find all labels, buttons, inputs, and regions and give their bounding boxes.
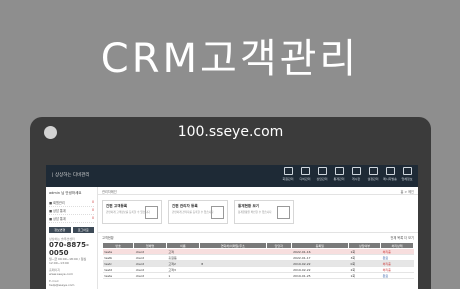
nav-item[interactable]: 회원관리 bbox=[281, 167, 295, 181]
sidebar-menu-item[interactable]: ■ 상담 통계 0 bbox=[49, 207, 94, 215]
table-cell bbox=[266, 272, 292, 279]
table-cell bbox=[199, 272, 267, 279]
support-hours: 월~금 09:00~18:00 / 점심 12:00~13:00 bbox=[49, 257, 87, 265]
count-badge: 0 bbox=[91, 200, 94, 204]
sidebar-menu: ■ 회원관리 0 ■ 상담 통계 0 ■ 상담 통계 0 bbox=[49, 199, 94, 223]
sidebar: admin 님 안녕하세요 ■ 회원관리 0 ■ 상담 통계 0 ■ 상담 통계 0 정보… bbox=[46, 187, 98, 289]
browser-url[interactable]: 100.sseye.com bbox=[30, 124, 431, 140]
app-screen: | 상상하는 디비관리 회원관리 디비관리 상담관리 통계관리 게시판 설정관리 메시지발송… bbox=[46, 165, 418, 289]
gear-icon bbox=[368, 167, 378, 175]
table-cell: client bbox=[133, 272, 167, 279]
pen-icon bbox=[300, 167, 310, 175]
nav-label: 게시판 bbox=[351, 177, 361, 181]
gear-icon bbox=[211, 206, 224, 219]
sidebar-menu-label: ■ 회원관리 bbox=[49, 201, 65, 205]
app-topbar: | 상상하는 디비관리 회원관리 디비관리 상담관리 통계관리 게시판 설정관리 메시지발송… bbox=[46, 165, 418, 187]
table-cell: 2019-01-25 bbox=[291, 272, 349, 279]
board-icon bbox=[351, 167, 361, 175]
sidebar-menu-item[interactable]: ■ 상담 통계 0 bbox=[49, 215, 94, 223]
table-title: 고객현황 bbox=[102, 236, 114, 240]
quick-card[interactable]: 통계현황 보기 통계현황을 확인할 수 있습니다 bbox=[234, 200, 294, 224]
sidebar-user: admin 님 안녕하세요 bbox=[49, 191, 82, 195]
chart-icon bbox=[334, 167, 344, 175]
edit-info-button[interactable]: 정보변경 bbox=[49, 227, 71, 233]
sidebar-menu-item[interactable]: ■ 회원관리 0 bbox=[49, 199, 94, 207]
person-card-icon bbox=[277, 206, 290, 219]
nav-item[interactable]: 메시지발송 bbox=[383, 167, 397, 181]
nav-label: 설정관리 bbox=[367, 177, 379, 181]
message-icon bbox=[385, 167, 395, 175]
signature-icon bbox=[145, 206, 158, 219]
count-badge: 0 bbox=[91, 216, 94, 220]
table-row[interactable]: teste client 1 2019-01-25 1회 완료 bbox=[102, 272, 414, 279]
nav-label: 메시지발송 bbox=[383, 177, 397, 181]
browser-window: 100.sseye.com | 상상하는 디비관리 회원관리 디비관리 상담관리 통계… bbox=[30, 117, 431, 289]
nav-item[interactable]: 통계관리 bbox=[332, 167, 346, 181]
table-cell: 1 bbox=[166, 272, 200, 279]
table-more-link[interactable]: 전체 목록 더 보기 bbox=[390, 235, 414, 240]
nav-label: 통계관리 bbox=[333, 177, 345, 181]
breadcrumb-title: 관리자메인 bbox=[102, 190, 117, 194]
nav-item[interactable]: 게시판 bbox=[349, 167, 363, 181]
nav-item[interactable]: 설정관리 bbox=[366, 167, 380, 181]
main-nav: 회원관리 디비관리 상담관리 통계관리 게시판 설정관리 메시지발송 업체정보 bbox=[281, 167, 414, 181]
breadcrumb: 관리자메인 홈 > 메인 bbox=[98, 187, 418, 195]
email-link[interactable]: help@sseye.com bbox=[49, 283, 94, 287]
nav-item[interactable]: 디비관리 bbox=[298, 167, 312, 181]
box-icon bbox=[317, 167, 327, 175]
info-icon bbox=[402, 167, 412, 175]
quick-card[interactable]: 간편 고객등록 간편하게 고객정보를 등록할 수 있습니다 bbox=[102, 200, 162, 224]
nav-label: 상담관리 bbox=[316, 177, 328, 181]
quick-card[interactable]: 간편 관리자 등록 간편하게 관리자를 등록할 수 있습니다 bbox=[168, 200, 228, 224]
users-icon bbox=[283, 167, 293, 175]
quick-cards: 간편 고객등록 간편하게 고객정보를 등록할 수 있습니다 간편 관리자 등록 간편하… bbox=[98, 195, 418, 229]
homepage-link[interactable]: www.sseye.com bbox=[49, 272, 94, 276]
nav-label: 업체정보 bbox=[401, 177, 413, 181]
sidebar-menu-label: ■ 상담 통계 bbox=[49, 209, 66, 213]
table-cell: 1회 bbox=[348, 272, 381, 279]
count-badge: 0 bbox=[91, 208, 94, 212]
table-cell: teste bbox=[102, 272, 134, 279]
customer-table: 번호 업체명 이름 연락처/이메일/주소 담당자 등록일 상담여부 처리상태 testa cli… bbox=[101, 242, 414, 279]
logout-button[interactable]: 로그아웃 bbox=[72, 227, 94, 233]
app-logo[interactable]: | 상상하는 디비관리 bbox=[52, 172, 90, 178]
nav-label: 회원관리 bbox=[282, 177, 294, 181]
nav-label: 디비관리 bbox=[299, 177, 311, 181]
table-cell: 완료 bbox=[380, 272, 414, 279]
breadcrumb-path[interactable]: 홈 > 메인 bbox=[401, 189, 415, 194]
main-content: 관리자메인 홈 > 메인 간편 고객등록 간편하게 고객정보를 등록할 수 있습니… bbox=[98, 187, 418, 289]
hero-title: CRM고객관리 bbox=[100, 36, 360, 82]
sidebar-menu-label: ■ 상담 통계 bbox=[49, 217, 66, 221]
table-header-bar: 고객현황 전체 목록 더 보기 bbox=[98, 232, 418, 242]
nav-item[interactable]: 상담관리 bbox=[315, 167, 329, 181]
support-phone: 070-8875-0050 bbox=[49, 241, 89, 257]
nav-item[interactable]: 업체정보 bbox=[400, 167, 414, 181]
